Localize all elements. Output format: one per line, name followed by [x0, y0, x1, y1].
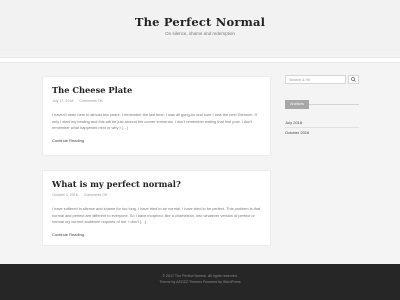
- site-tagline: On silence, shame and redemption: [165, 31, 235, 36]
- post-excerpt: I have suffered in silence and shame for…: [52, 206, 261, 225]
- search-icon: [351, 77, 356, 82]
- post-excerpt: I haven't been here in almost two years.…: [52, 112, 257, 131]
- continue-reading-link[interactable]: Continue Reading: [52, 138, 84, 143]
- site-header: The Perfect Normal On silence, shame and…: [0, 0, 400, 55]
- footer-copyright: © 2017 The Perfect Normal. All rights re…: [162, 274, 238, 278]
- site-footer: © 2017 The Perfect Normal. All rights re…: [0, 264, 400, 300]
- continue-reading-link[interactable]: Continue Reading: [52, 232, 84, 237]
- post-date[interactable]: July 17, 2018: [52, 99, 73, 103]
- post-card: What is my perfect normal? October 3, 20…: [42, 170, 271, 246]
- archives-heading: Archives: [285, 100, 309, 109]
- archives-divider: [309, 104, 359, 105]
- post-meta: July 17, 2018 Comments Off: [52, 99, 103, 103]
- archive-link[interactable]: October 2016: [285, 130, 309, 135]
- site-title[interactable]: The Perfect Normal: [0, 15, 400, 29]
- search-input[interactable]: [285, 75, 346, 84]
- post-meta: October 3, 2016 Comments Off: [52, 193, 107, 197]
- search-button[interactable]: [348, 75, 359, 84]
- archive-link[interactable]: July 2018: [285, 120, 302, 125]
- nav-bar: [0, 57, 400, 63]
- post-comments: Comments Off: [79, 99, 103, 103]
- footer-credit: Theme by ASOZZ Themes Powered by WordPre…: [159, 280, 241, 284]
- archive-divider: [285, 127, 359, 128]
- post-title[interactable]: What is my perfect normal?: [52, 179, 181, 189]
- post-date[interactable]: October 3, 2016: [52, 193, 78, 197]
- post-card: The Cheese Plate July 17, 2018 Comments O…: [42, 76, 271, 156]
- post-title[interactable]: The Cheese Plate: [52, 85, 132, 95]
- post-comments: Comments Off: [83, 193, 107, 197]
